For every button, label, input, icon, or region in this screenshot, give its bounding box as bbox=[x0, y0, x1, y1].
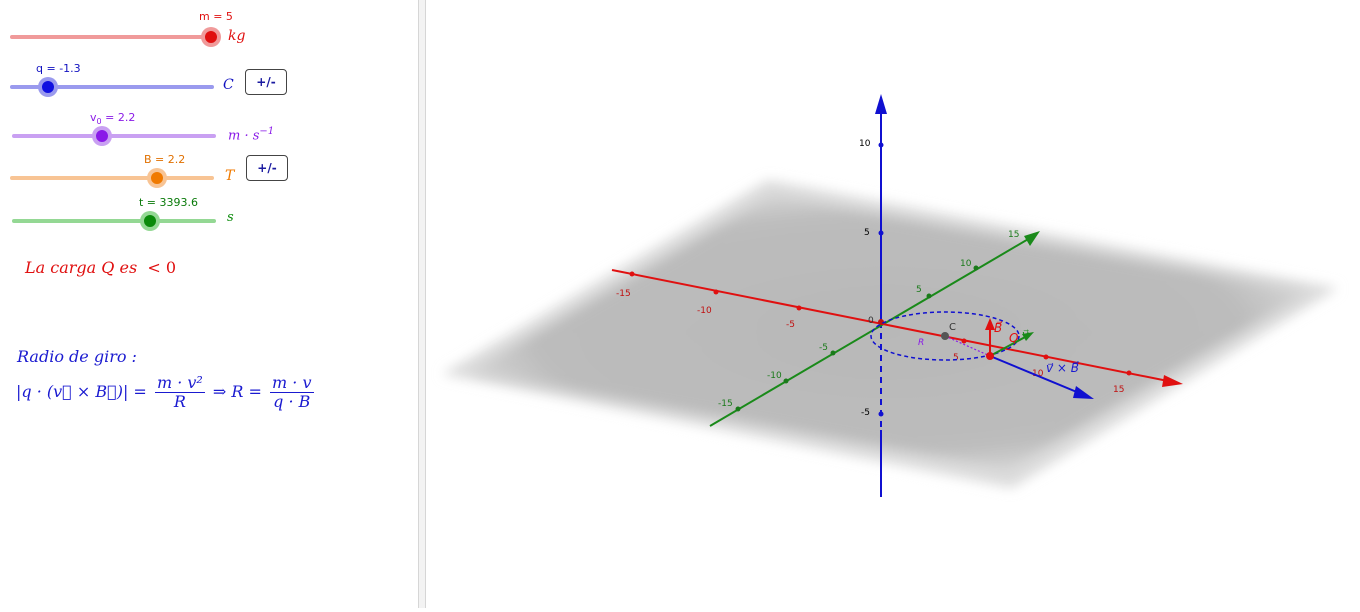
center-point-c[interactable] bbox=[941, 332, 949, 340]
fraction-mv-over-qb: m · vq · B bbox=[270, 373, 314, 411]
unit-velocity-base: m · s bbox=[228, 128, 260, 144]
y-tick-5 bbox=[926, 293, 932, 299]
x-tick-neg5 bbox=[796, 305, 802, 311]
slider-b[interactable] bbox=[10, 168, 214, 188]
x-tick-label-15: 15 bbox=[1113, 385, 1124, 395]
slider-m-thumb[interactable] bbox=[203, 29, 219, 45]
fraction-1-denominator: R bbox=[173, 392, 186, 411]
slider-v0[interactable] bbox=[12, 126, 216, 146]
origin-label: 0 bbox=[868, 316, 874, 326]
slider-v0-value: = 2.2 bbox=[101, 111, 136, 124]
formula-lhs: |q · (v⃗ × B⃗)| = bbox=[16, 382, 147, 401]
y-tick-label-10: 10 bbox=[960, 259, 972, 269]
z-tick-neg5 bbox=[878, 411, 884, 417]
slider-b-label: B = 2.2 bbox=[144, 153, 186, 166]
q-sign-toggle-button[interactable]: +/- bbox=[245, 69, 287, 95]
slider-t-track[interactable] bbox=[12, 219, 216, 223]
x-tick-neg15 bbox=[629, 271, 635, 277]
slider-q-thumb[interactable] bbox=[39, 79, 56, 95]
y-tick-label-5: 5 bbox=[916, 285, 922, 295]
radius-title: Radio de giro : bbox=[17, 347, 137, 366]
slider-b-thumb[interactable] bbox=[148, 170, 165, 186]
formula-implies: ⇒ R = bbox=[212, 382, 262, 401]
slider-m[interactable] bbox=[10, 27, 219, 47]
b-sign-toggle-button[interactable]: +/- bbox=[246, 155, 288, 181]
center-point-label: C bbox=[949, 322, 956, 333]
z-tick-label-neg5: -5 bbox=[861, 408, 870, 418]
y-tick-label-neg15: -15 bbox=[718, 399, 733, 409]
slider-t[interactable] bbox=[12, 211, 216, 231]
z-tick-label-10: 10 bbox=[859, 139, 871, 149]
unit-velocity: m · s−1 bbox=[228, 126, 274, 143]
y-tick-neg15 bbox=[735, 406, 741, 412]
scene-3d-canvas[interactable]: 10 5 -5 -15 -10 -5 5 10 15 5 10 15 -5 -1… bbox=[426, 0, 1360, 608]
x-tick-10 bbox=[1043, 354, 1049, 360]
slider-t-thumb[interactable] bbox=[141, 213, 158, 229]
y-tick-label-neg5: -5 bbox=[819, 343, 828, 353]
z-tick-10 bbox=[878, 142, 884, 148]
x-tick-neg10 bbox=[713, 289, 719, 295]
unit-seconds: s bbox=[227, 210, 234, 225]
slider-v0-track[interactable] bbox=[12, 134, 216, 138]
xy-plane-core bbox=[470, 195, 1308, 470]
charge-sign-text: La carga Q es < 0 bbox=[25, 258, 176, 277]
z-tick-5 bbox=[878, 230, 884, 236]
fraction-2-numerator: m · v bbox=[270, 373, 314, 393]
y-tick-neg5 bbox=[830, 350, 836, 356]
slider-q[interactable] bbox=[10, 77, 214, 97]
x-tick-label-neg15: -15 bbox=[616, 289, 631, 299]
y-tick-label-neg10: -10 bbox=[767, 371, 782, 381]
radius-label: R bbox=[918, 338, 924, 348]
fraction-2-denominator: q · B bbox=[273, 392, 311, 411]
origin-point[interactable] bbox=[878, 319, 884, 325]
panel-splitter[interactable] bbox=[418, 0, 426, 608]
algebra-panel: m = 5 kg q = -1.3 C +/- v0 = 2.2 m · s−1… bbox=[0, 0, 418, 608]
y-tick-label-15: 15 bbox=[1008, 230, 1019, 240]
slider-v0-thumb[interactable] bbox=[93, 128, 110, 144]
x-tick-5 bbox=[961, 338, 967, 344]
graphics-3d-view[interactable]: 10 5 -5 -15 -10 -5 5 10 15 5 10 15 -5 -1… bbox=[426, 0, 1360, 608]
x-tick-label-neg10: -10 bbox=[697, 306, 712, 316]
fraction-mv2-over-r: m · v² R bbox=[154, 373, 205, 411]
vector-b-label: B⃗ bbox=[994, 321, 1002, 335]
slider-m-track[interactable] bbox=[10, 35, 211, 39]
slider-b-track[interactable] bbox=[10, 176, 214, 180]
unit-coulomb: C bbox=[223, 77, 234, 93]
z-axis-arrowhead bbox=[875, 94, 887, 114]
x-tick-label-neg5: -5 bbox=[786, 320, 795, 330]
slider-t-label: t = 3393.6 bbox=[139, 196, 199, 209]
vector-v-cross-b-label: v⃗ × B⃗ bbox=[1046, 361, 1079, 375]
unit-tesla: T bbox=[225, 168, 235, 184]
fraction-1-numerator: m · v² bbox=[154, 373, 205, 393]
unit-velocity-exp: −1 bbox=[259, 126, 275, 137]
charge-sign-prefix: La carga Q es bbox=[25, 258, 138, 277]
slider-m-label: m = 5 bbox=[199, 10, 233, 23]
unit-kg: kg bbox=[228, 28, 246, 44]
x-tick-15 bbox=[1126, 370, 1132, 376]
y-tick-10 bbox=[973, 265, 979, 271]
slider-q-label: q = -1.3 bbox=[36, 62, 81, 75]
z-tick-label-5: 5 bbox=[864, 228, 870, 238]
vector-v-label: v⃗ bbox=[1022, 328, 1029, 341]
y-tick-neg10 bbox=[783, 378, 789, 384]
charge-q-point[interactable] bbox=[986, 352, 994, 360]
x-tick-label-5: 5 bbox=[953, 353, 959, 363]
charge-sign-relation: < 0 bbox=[147, 258, 176, 277]
radius-formula: |q · (v⃗ × B⃗)| = m · v² R ⇒ R = m · vq ·… bbox=[16, 374, 317, 411]
slider-v0-label: v0 = 2.2 bbox=[90, 111, 135, 126]
charge-q-label: Q bbox=[1009, 331, 1018, 345]
